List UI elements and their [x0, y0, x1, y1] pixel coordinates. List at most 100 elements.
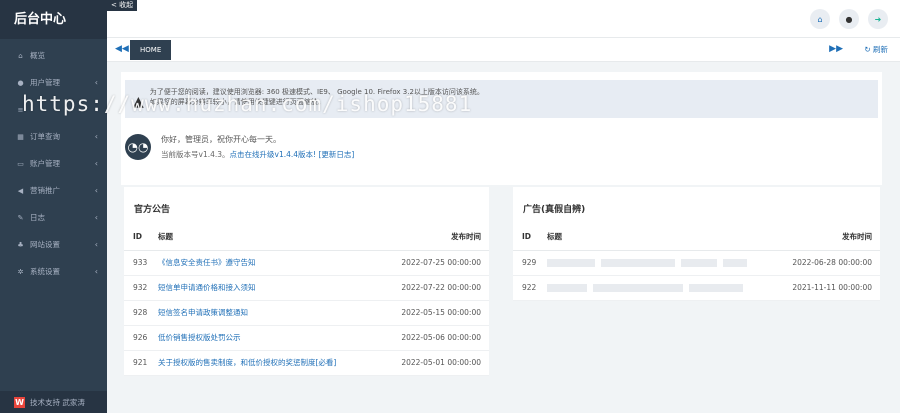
chevron-left-icon: ‹ [94, 159, 98, 168]
table-row: 922 2021-11-11 00:00:00 [513, 275, 880, 301]
row-id: 933 [124, 250, 158, 276]
welcome-card: ▲ 为了便于您的阅读，建议使用浏览器: 360 极速模式、IE9、 Google… [121, 72, 882, 185]
refresh-label: 刷新 [873, 45, 888, 54]
chevron-left-icon: ‹ [94, 267, 98, 276]
sidebar-item-orders[interactable]: ▦ 订单查询 ‹ [0, 123, 107, 150]
table-row: 929 2022-06-28 00:00:00 [513, 250, 880, 276]
sidebar-item-label: 账户管理 [30, 159, 60, 168]
sitemap-icon: ♣ [17, 240, 24, 249]
refresh-icon: ↻ [864, 45, 871, 54]
edit-icon: ✎ [17, 213, 24, 222]
row-time: 2022-06-28 00:00:00 [780, 250, 880, 276]
home-button[interactable]: ⌂ [810, 9, 830, 29]
table-row: 932 短信单申请通价格和接入须知 2022-07-22 00:00:00 [124, 275, 489, 301]
top-header: < 收起 ⌂ ● ➜ [107, 0, 900, 38]
logout-icon: ➜ [874, 14, 882, 24]
calendar-icon: ▦ [17, 132, 24, 141]
user-icon: ● [845, 14, 853, 24]
scroll-tabs-right-icon[interactable]: ▶▶ [829, 44, 843, 54]
sidebar-item-label: 系统设置 [30, 267, 60, 276]
sidebar-item-label: 订单查询 [30, 132, 60, 141]
home-icon: ⌂ [18, 51, 23, 60]
sidebar-item-accounts[interactable]: ▭ 账户管理 ‹ [0, 150, 107, 177]
row-time: 2022-07-25 00:00:00 [379, 250, 489, 276]
sidebar-item-overview[interactable]: ⌂ 概览 [0, 42, 107, 69]
tab-home[interactable]: HOME [130, 40, 172, 60]
sidebar-item-list[interactable]: ≡ ‹ [0, 96, 107, 123]
column-header-id: ID [513, 224, 547, 251]
card-icon: ▭ [17, 159, 24, 168]
sidebar-item-label: 网站设置 [30, 240, 60, 249]
row-id: 922 [513, 275, 547, 301]
row-title-link[interactable]: 《信息安全责任书》遵守告知 [158, 250, 380, 276]
table-row: 926 低价销售授权版处罚公示 2022-05-06 00:00:00 [124, 325, 489, 351]
notice-line-1: 为了便于您的阅读，建议使用浏览器: 360 极速模式、IE9、 Google 1… [149, 88, 484, 96]
row-title-link[interactable]: 低价销售授权版处罚公示 [158, 325, 380, 351]
row-time: 2022-07-22 00:00:00 [379, 275, 489, 301]
row-id: 928 [124, 300, 158, 326]
row-title-blurred[interactable] [547, 275, 781, 301]
upgrade-link[interactable]: 点击在线升级v1.4.4版本! [230, 150, 317, 159]
panel-title: 官方公告 [134, 205, 171, 215]
sidebar-item-label: 日志 [30, 213, 45, 222]
logout-button[interactable]: ➜ [868, 9, 888, 29]
sidebar-item-system-settings[interactable]: ✲ 系统设置 ‹ [0, 258, 107, 285]
row-time: 2022-05-01 00:00:00 [379, 350, 489, 376]
table-header-row: ID 标题 发布时间 [513, 224, 880, 251]
user-button[interactable]: ● [839, 9, 859, 29]
sidebar-menu: ⌂ 概览 ● 用户管理 ‹ ≡ ‹ ▦ 订单查询 ‹ ▭ 账户管理 ‹ ◀ 营销… [0, 39, 107, 285]
sidebar-item-users[interactable]: ● 用户管理 ‹ [0, 69, 107, 96]
avatar: ◔◔ [125, 134, 151, 160]
sidebar-item-label: 用户管理 [30, 78, 60, 87]
column-header-title: 标题 [547, 224, 781, 251]
chevron-left-icon: ‹ [94, 186, 98, 195]
sidebar-item-label: 营销推广 [30, 186, 60, 195]
brand-title: 后台中心 [0, 0, 107, 39]
sidebar-item-marketing[interactable]: ◀ 营销推广 ‹ [0, 177, 107, 204]
table-row: 933 《信息安全责任书》遵守告知 2022-07-25 00:00:00 [124, 250, 489, 276]
row-time: 2022-05-15 00:00:00 [379, 300, 489, 326]
support-text: 技术支持 武家涛 [30, 397, 85, 407]
sidebar-item-logs[interactable]: ✎ 日志 ‹ [0, 204, 107, 231]
scroll-tabs-left-icon[interactable]: ◀◀ [115, 44, 129, 54]
table-row: 921 关于授权版的售卖制度，和低价授权的奖惩制度[必看] 2022-05-01… [124, 350, 489, 376]
list-icon: ≡ [17, 105, 24, 114]
sidebar-item-site-settings[interactable]: ♣ 网站设置 ‹ [0, 231, 107, 258]
chevron-left-icon: ‹ [94, 105, 98, 114]
row-title-link[interactable]: 短信单申请通价格和接入须知 [158, 275, 380, 301]
notice-line-2: 如果您的屏幕分辨率较小，请使用快捷键进行页面缩放。 [149, 98, 325, 106]
column-header-id: ID [124, 224, 158, 251]
table-header-row: ID 标题 发布时间 [124, 224, 489, 251]
greeting-text: 你好，管理员，祝你开心每一天。 [161, 135, 281, 144]
header-actions: ⌂ ● ➜ [810, 9, 888, 29]
sidebar: 后台中心 ⌂ 概览 ● 用户管理 ‹ ≡ ‹ ▦ 订单查询 ‹ ▭ 账户管理 ‹… [0, 0, 107, 413]
table-row: 928 短信签名申请政策调整通知 2022-05-15 00:00:00 [124, 300, 489, 326]
browser-notice: ▲ 为了便于您的阅读，建议使用浏览器: 360 极速模式、IE9、 Google… [125, 80, 878, 118]
user-info: ◔◔ 你好，管理员，祝你开心每一天。 当前版本号v1.4.3。点击在线升级v1.… [125, 134, 354, 161]
home-icon: ⌂ [817, 14, 823, 24]
column-header-time: 发布时间 [780, 224, 880, 251]
row-id: 929 [513, 250, 547, 276]
official-announcements-panel: 官方公告 ID 标题 发布时间 933 《信息安全责任书》遵守告知 2022-0… [124, 187, 489, 376]
changelog-link[interactable]: [更新日志] [318, 150, 354, 159]
ads-table: ID 标题 发布时间 929 2022-06-28 00:00:00 922 2… [513, 224, 880, 301]
row-title-link[interactable]: 短信签名申请政策调整通知 [158, 300, 380, 326]
column-header-time: 发布时间 [379, 224, 489, 251]
version-line: 当前版本号v1.4.3。点击在线升级v1.4.4版本! [更新日志] [161, 149, 354, 161]
collapse-sidebar-button[interactable]: < 收起 [107, 0, 138, 11]
column-header-title: 标题 [158, 224, 380, 251]
refresh-button[interactable]: ↻ 刷新 [864, 44, 888, 55]
row-id: 932 [124, 275, 158, 301]
row-title-blurred[interactable] [547, 250, 781, 276]
row-time: 2021-11-11 00:00:00 [780, 275, 880, 301]
warning-icon: ▲ [133, 94, 144, 110]
row-time: 2022-05-06 00:00:00 [379, 325, 489, 351]
panel-title: 广告(真假自辨) [523, 205, 586, 215]
sidebar-item-label: 概览 [30, 51, 45, 60]
version-text: 当前版本号v1.4.3。 [161, 150, 230, 159]
chevron-left-icon: ‹ [94, 213, 98, 222]
row-id: 926 [124, 325, 158, 351]
row-title-link[interactable]: 关于授权版的售卖制度，和低价授权的奖惩制度[必看] [158, 350, 380, 376]
gear-icon: ✲ [17, 267, 24, 276]
bullhorn-icon: ◀ [17, 186, 24, 195]
